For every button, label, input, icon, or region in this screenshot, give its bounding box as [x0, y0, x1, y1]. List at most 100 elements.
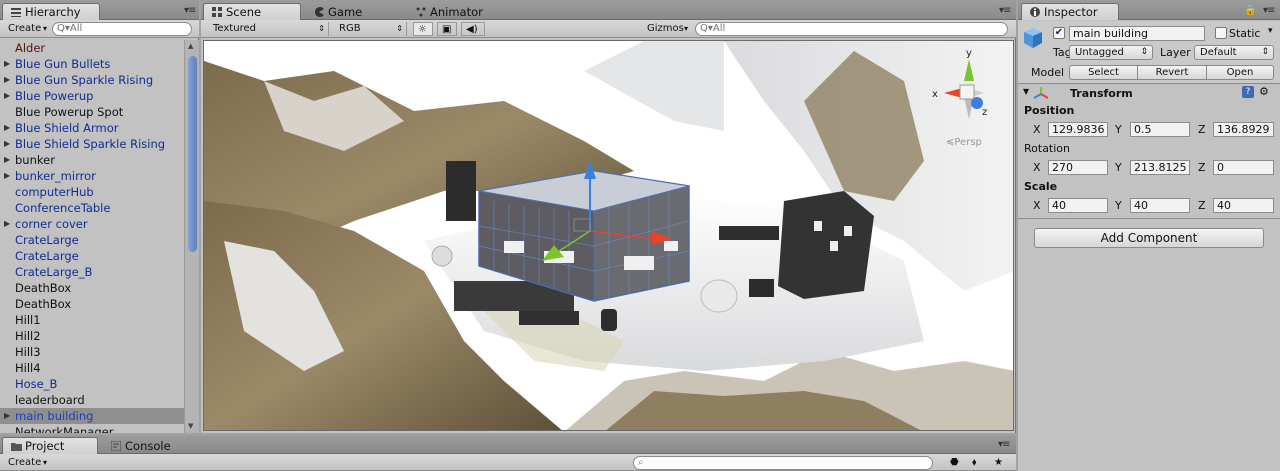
tab-hierarchy[interactable]: Hierarchy — [2, 3, 100, 20]
hierarchy-item[interactable]: CrateLarge — [0, 248, 184, 264]
tag-icon[interactable]: ⬧ — [968, 456, 981, 470]
hierarchy-item[interactable]: Hill1 — [0, 312, 184, 328]
render-mode-dropdown[interactable]: RGB ⇕ — [335, 22, 407, 36]
rotation-y-field[interactable]: 213.8125 — [1130, 160, 1190, 175]
hierarchy-item[interactable]: NetworkManager — [0, 424, 184, 433]
audio-toggle[interactable]: ◀) — [461, 22, 485, 36]
hierarchy-item[interactable]: Hill2 — [0, 328, 184, 344]
foldout-arrow-icon[interactable]: ▶ — [4, 56, 10, 72]
hierarchy-item-label: CrateLarge — [15, 249, 79, 263]
scene-viewport[interactable]: y x z ≼Persp — [203, 40, 1014, 431]
position-x-field[interactable]: 129.9836 — [1048, 122, 1108, 137]
position-z-field[interactable]: 136.8929 — [1213, 122, 1274, 137]
project-search[interactable]: ⌕ — [633, 456, 933, 470]
model-open-button[interactable]: Open — [1206, 65, 1274, 80]
active-checkbox[interactable]: ✔ — [1053, 27, 1065, 39]
pacman-icon — [314, 5, 324, 17]
scale-x-field[interactable]: 40 — [1048, 198, 1108, 213]
hierarchy-item[interactable]: ▶ Blue Gun Sparkle Rising — [0, 72, 184, 88]
hierarchy-item[interactable]: DeathBox — [0, 296, 184, 312]
hierarchy-item[interactable]: CrateLarge_B — [0, 264, 184, 280]
hierarchy-item[interactable]: ConferenceTable — [0, 200, 184, 216]
tab-inspector[interactable]: Inspector — [1021, 3, 1119, 20]
foldout-arrow-icon[interactable]: ▶ — [4, 136, 10, 152]
hierarchy-item[interactable]: Hill3 — [0, 344, 184, 360]
star-icon[interactable]: ★ — [990, 456, 1007, 470]
add-component-button[interactable]: Add Component — [1034, 228, 1264, 248]
help-book-icon[interactable]: ? — [1242, 86, 1254, 98]
scene-render[interactable]: y x z ≼Persp — [204, 41, 1014, 431]
tab-project[interactable]: Project — [2, 437, 98, 454]
hierarchy-item[interactable]: Hose_B — [0, 376, 184, 392]
lighting-toggle[interactable]: ☼ — [413, 22, 433, 36]
hierarchy-item[interactable]: computerHub — [0, 184, 184, 200]
hierarchy-item[interactable]: ▶ bunker — [0, 152, 184, 168]
layer-dropdown[interactable]: Default ⇕ — [1194, 45, 1274, 60]
gizmos-dropdown[interactable]: Gizmos ▾ — [643, 22, 691, 36]
shading-dropdown[interactable]: Textured ⇕ — [209, 22, 329, 36]
rotation-z-field[interactable]: 0 — [1213, 160, 1274, 175]
hierarchy-item[interactable]: Hill4 — [0, 360, 184, 376]
foldout-arrow-icon[interactable]: ▶ — [4, 168, 10, 184]
project-create-dropdown[interactable]: Create ▾ — [4, 456, 50, 470]
animator-icon — [416, 5, 426, 17]
create-dropdown[interactable]: Create ▾ — [4, 22, 50, 36]
lock-icon[interactable]: 🔒 — [1244, 5, 1256, 16]
scrollbar-thumb[interactable] — [188, 56, 197, 252]
foldout-arrow-icon[interactable]: ▼ — [1023, 87, 1029, 96]
foldout-arrow-icon[interactable]: ▶ — [4, 120, 10, 136]
hierarchy-item[interactable]: ▶ main building — [0, 408, 184, 424]
hierarchy-item[interactable]: Alder — [0, 40, 184, 56]
rotation-x-field[interactable]: 270 — [1048, 160, 1108, 175]
chevron-down-icon[interactable]: ▾ — [1268, 26, 1273, 36]
panel-menu-icon[interactable]: ▾≡ — [998, 439, 1010, 450]
model-select-button[interactable]: Select — [1069, 65, 1138, 80]
filter-type-icon[interactable]: ⬣ — [946, 456, 963, 470]
hierarchy-item[interactable]: leaderboard — [0, 392, 184, 408]
hierarchy-item[interactable]: ▶ Blue Powerup — [0, 88, 184, 104]
hierarchy-item[interactable]: ▶ Blue Shield Sparkle Rising — [0, 136, 184, 152]
hierarchy-item[interactable]: Blue Powerup Spot — [0, 104, 184, 120]
position-y-field[interactable]: 0.5 — [1130, 122, 1190, 137]
scroll-up-icon[interactable]: ▲ — [188, 42, 193, 50]
hierarchy-item[interactable]: ▶ corner cover — [0, 216, 184, 232]
tab-scene[interactable]: Scene — [203, 3, 301, 20]
model-revert-button[interactable]: Revert — [1137, 65, 1207, 80]
foldout-arrow-icon[interactable]: ▶ — [4, 216, 10, 232]
projection-label[interactable]: ≼Persp — [946, 137, 982, 148]
foldout-arrow-icon[interactable]: ▶ — [4, 152, 10, 168]
foldout-arrow-icon[interactable]: ▶ — [4, 408, 10, 424]
scroll-down-icon[interactable]: ▼ — [188, 422, 193, 430]
object-name-field[interactable]: main building — [1069, 26, 1205, 41]
folder-icon — [11, 439, 22, 451]
tab-animator[interactable]: Animator — [407, 3, 505, 20]
panel-menu-icon[interactable]: ▾≡ — [1263, 5, 1275, 16]
hierarchy-search-input[interactable] — [57, 23, 178, 34]
tag-dropdown[interactable]: Untagged ⇕ — [1069, 45, 1153, 60]
hierarchy-item[interactable]: ▶ Blue Shield Armor — [0, 120, 184, 136]
panel-menu-icon[interactable]: ▾≡ — [184, 5, 196, 16]
rotation-label: Rotation — [1024, 142, 1071, 155]
foldout-arrow-icon[interactable]: ▶ — [4, 72, 10, 88]
hierarchy-item[interactable]: ▶ Blue Gun Bullets — [0, 56, 184, 72]
tab-game[interactable]: Game — [305, 3, 403, 20]
scale-y-field[interactable]: 40 — [1130, 198, 1190, 213]
scene-search-input[interactable] — [700, 23, 977, 34]
hierarchy-item-label: CrateLarge_B — [15, 265, 93, 279]
hierarchy-scrollbar[interactable]: ▲ ▼ — [184, 40, 199, 433]
hierarchy-item[interactable]: CrateLarge — [0, 232, 184, 248]
hierarchy-item[interactable]: DeathBox — [0, 280, 184, 296]
hierarchy-item-label: DeathBox — [15, 281, 72, 295]
tab-console[interactable]: Console — [102, 437, 198, 454]
gear-icon[interactable]: ⚙ — [1259, 85, 1269, 98]
hierarchy-item[interactable]: ▶ bunker_mirror — [0, 168, 184, 184]
scale-z-field[interactable]: 40 — [1213, 198, 1274, 213]
static-checkbox[interactable] — [1215, 27, 1227, 39]
foldout-arrow-icon[interactable]: ▶ — [4, 88, 10, 104]
panel-menu-icon[interactable]: ▾≡ — [999, 5, 1011, 16]
fx-toggle[interactable]: ▣ — [437, 22, 457, 36]
scene-search[interactable] — [695, 22, 1008, 36]
transform-header[interactable]: ▼ Transform ? ⚙ — [1018, 84, 1280, 102]
tab-scene-label: Scene — [226, 5, 262, 19]
hierarchy-search[interactable] — [52, 22, 192, 36]
